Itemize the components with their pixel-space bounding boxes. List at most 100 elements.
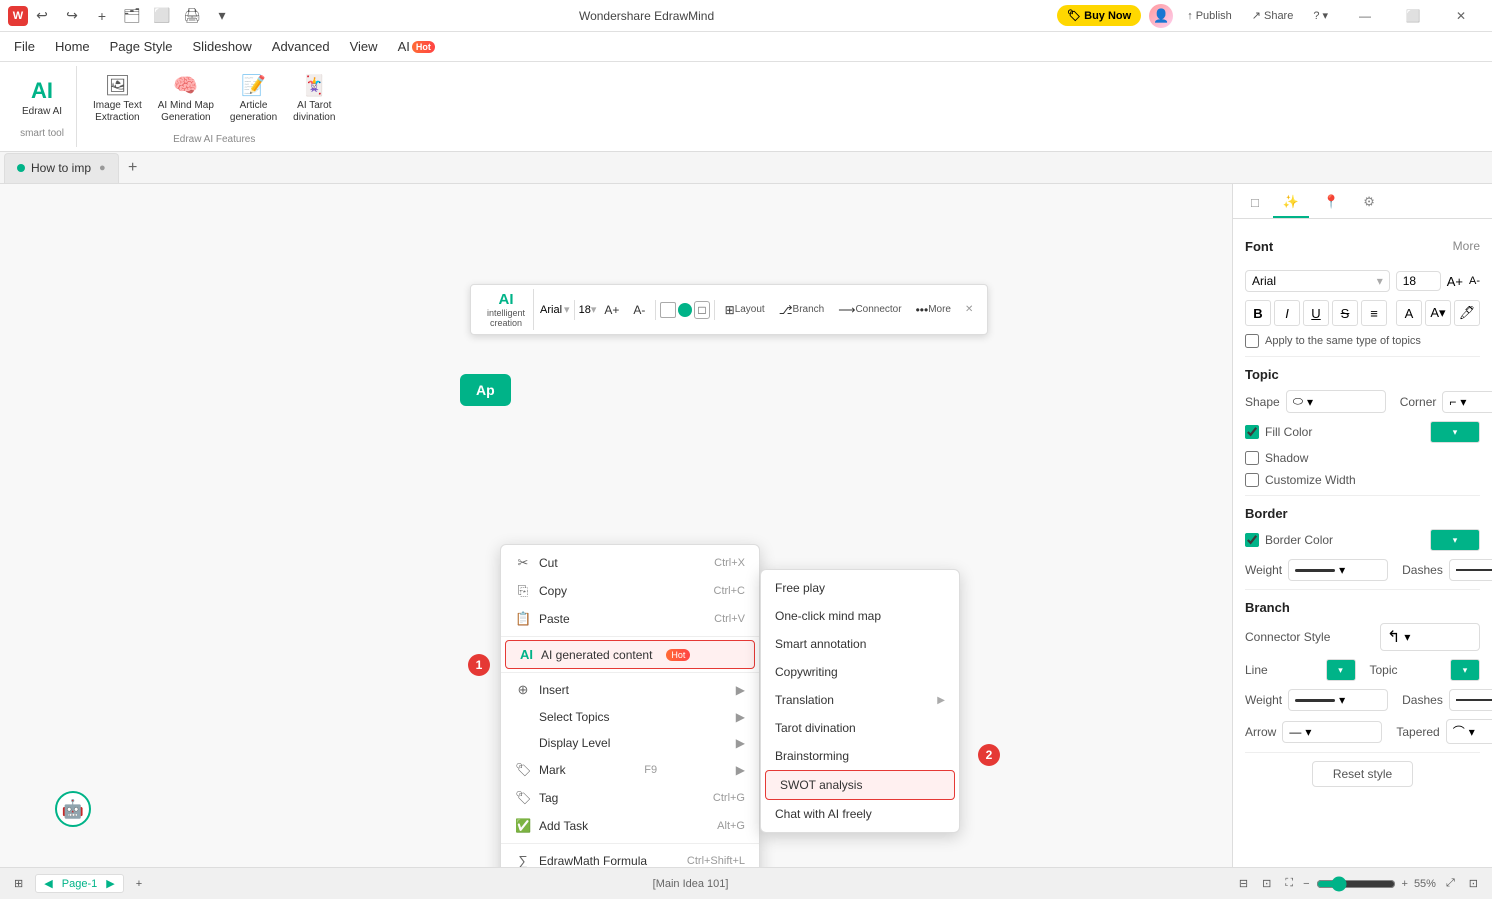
tab-add-button[interactable]: + bbox=[119, 154, 147, 182]
ft-fill-circle[interactable] bbox=[678, 303, 692, 317]
ctx-paste[interactable]: 📋 Paste Ctrl+V bbox=[501, 605, 759, 633]
rp-bold-btn[interactable]: B bbox=[1245, 300, 1271, 326]
ft-shape-btn[interactable] bbox=[660, 302, 676, 318]
open-btn[interactable]: 🗂 bbox=[118, 2, 146, 30]
status-grid-btn[interactable]: ⊟ bbox=[1235, 875, 1252, 892]
rp-corner-select[interactable]: ⌐ ▾ bbox=[1442, 391, 1492, 413]
ft-increase-font[interactable]: A+ bbox=[598, 300, 625, 320]
article-generation-btn[interactable]: 📝 Articlegeneration bbox=[224, 69, 283, 128]
ft-close-btn[interactable]: ✕ bbox=[959, 301, 979, 318]
ft-size-selector[interactable]: 18 ▾ bbox=[579, 303, 597, 316]
rp-tab-settings[interactable]: ⚙ bbox=[1353, 188, 1385, 218]
help-button[interactable]: ? ▾ bbox=[1307, 7, 1334, 24]
rp-font-name-select[interactable]: Arial ▾ bbox=[1245, 270, 1390, 292]
zoom-plus-icon[interactable]: + bbox=[1402, 878, 1408, 890]
menu-page-style[interactable]: Page Style bbox=[100, 33, 183, 61]
rp-tab-style[interactable]: ✨ bbox=[1273, 188, 1309, 218]
print-btn[interactable]: 🖨 bbox=[178, 2, 206, 30]
ctx-insert[interactable]: ⊕ Insert ▶ bbox=[501, 676, 759, 704]
zoom-minus-icon[interactable]: − bbox=[1303, 878, 1309, 890]
rp-dashes-select[interactable]: ▾ bbox=[1449, 559, 1492, 581]
rp-arrow-select[interactable]: — ▾ bbox=[1282, 721, 1382, 743]
ctx-cut[interactable]: ✂ Cut Ctrl+X bbox=[501, 549, 759, 577]
rp-font-decrease[interactable]: A- bbox=[1469, 275, 1480, 287]
menu-home[interactable]: Home bbox=[45, 33, 100, 61]
ctx-display-level[interactable]: Display Level ▶ bbox=[501, 730, 759, 756]
edraw-ai-btn[interactable]: AI Edraw AI bbox=[16, 74, 68, 122]
rp-topic-color-btn[interactable]: ▾ bbox=[1450, 659, 1480, 681]
ctx-edrawmath[interactable]: ∑ EdrawMath Formula Ctrl+Shift+L bbox=[501, 847, 759, 867]
ft-more-btn[interactable]: ••• More bbox=[910, 300, 957, 320]
undo-btn[interactable]: ↩ bbox=[28, 2, 56, 30]
sub-chat-ai[interactable]: Chat with AI freely bbox=[761, 800, 959, 828]
rp-tab-layout[interactable]: □ bbox=[1241, 188, 1269, 218]
save-btn[interactable]: ⬜ bbox=[148, 2, 176, 30]
menu-advanced[interactable]: Advanced bbox=[262, 33, 340, 61]
ft-branch-btn[interactable]: ⎇ Branch bbox=[773, 300, 831, 320]
status-minimize-panel[interactable]: ⊡ bbox=[1465, 875, 1482, 892]
menu-slideshow[interactable]: Slideshow bbox=[183, 33, 262, 61]
tab-how-to-imp[interactable]: How to imp ● bbox=[4, 153, 119, 183]
sub-free-play[interactable]: Free play bbox=[761, 574, 959, 602]
rp-tapered-select[interactable]: ⌒ ▾ bbox=[1446, 719, 1492, 744]
ai-tarot-btn[interactable]: 🃏 AI Tarotdivination bbox=[287, 69, 341, 128]
zoom-slider[interactable] bbox=[1316, 876, 1396, 892]
publish-button[interactable]: ↑ Publish bbox=[1181, 8, 1238, 24]
rp-underline-btn[interactable]: U bbox=[1303, 300, 1329, 326]
ft-font-selector[interactable]: Arial ▾ bbox=[540, 303, 570, 316]
rp-text-style-btn[interactable]: A▾ bbox=[1425, 300, 1451, 326]
rp-shadow-checkbox[interactable] bbox=[1245, 451, 1259, 465]
sub-smart-annotation[interactable]: Smart annotation bbox=[761, 630, 959, 658]
rp-fill-color-btn[interactable]: ▾ bbox=[1430, 421, 1480, 443]
sub-one-click-mind-map[interactable]: One-click mind map bbox=[761, 602, 959, 630]
rp-font-size[interactable]: 18 bbox=[1396, 271, 1441, 291]
rp-border-color-checkbox[interactable] bbox=[1245, 533, 1259, 547]
rp-custom-width-checkbox[interactable] bbox=[1245, 473, 1259, 487]
ft-border-btn[interactable]: □ bbox=[694, 301, 709, 319]
sub-tarot-divination[interactable]: Tarot divination bbox=[761, 714, 959, 742]
ai-mind-map-btn[interactable]: 🧠 AI Mind MapGeneration bbox=[152, 69, 220, 128]
page-tab-next[interactable]: ▶ bbox=[106, 878, 114, 890]
status-layout-toggle[interactable]: ⊞ bbox=[10, 875, 27, 892]
user-avatar[interactable]: 👤 bbox=[1149, 4, 1173, 28]
ctx-add-task[interactable]: ✅ Add Task Alt+G bbox=[501, 812, 759, 840]
buy-now-button[interactable]: 🏷 Buy Now bbox=[1057, 5, 1141, 26]
ft-decrease-font[interactable]: A- bbox=[627, 300, 651, 320]
menu-view[interactable]: View bbox=[340, 33, 388, 61]
rp-border-color-btn[interactable]: ▾ bbox=[1430, 529, 1480, 551]
sub-swot-analysis[interactable]: SWOT analysis bbox=[765, 770, 955, 800]
page-tab-prev[interactable]: ◀ bbox=[44, 878, 52, 890]
rp-font-increase[interactable]: A+ bbox=[1447, 274, 1463, 289]
sub-copywriting[interactable]: Copywriting bbox=[761, 658, 959, 686]
ap-node[interactable]: Ap bbox=[460, 374, 511, 406]
maximize-btn[interactable]: ⬜ bbox=[1390, 0, 1436, 32]
sub-translation[interactable]: Translation ▶ bbox=[761, 686, 959, 714]
image-text-extraction-btn[interactable]: 🖼 Image TextExtraction bbox=[87, 69, 148, 128]
rp-apply-checkbox[interactable] bbox=[1245, 334, 1259, 348]
ft-ai-creation-btn[interactable]: AI intelligent creation bbox=[479, 289, 534, 330]
more-btn[interactable]: ▾ bbox=[208, 2, 236, 30]
page-tab-active[interactable]: ◀ Page-1 ▶ bbox=[35, 874, 124, 893]
rp-fill-checkbox[interactable] bbox=[1245, 425, 1259, 439]
rp-connector-style-select[interactable]: ↰ ▾ bbox=[1380, 623, 1480, 651]
rp-tab-map[interactable]: 📍 bbox=[1313, 188, 1349, 218]
ctx-tag[interactable]: 🏷 Tag Ctrl+G bbox=[501, 784, 759, 812]
rp-strikethrough-btn[interactable]: S bbox=[1332, 300, 1358, 326]
canvas[interactable]: AI intelligent creation Arial ▾ 18 ▾ A+ … bbox=[0, 184, 1232, 867]
status-fit-btn[interactable]: ⊡ bbox=[1258, 875, 1275, 892]
new-btn[interactable]: + bbox=[88, 2, 116, 30]
robot-assistant-btn[interactable]: 🤖 bbox=[55, 791, 91, 827]
ctx-copy[interactable]: ⎘ Copy Ctrl+C bbox=[501, 577, 759, 605]
status-fullscreen-expand[interactable]: ⤢ bbox=[1442, 875, 1459, 892]
menu-file[interactable]: File bbox=[4, 33, 45, 61]
minimize-btn[interactable]: — bbox=[1342, 0, 1388, 32]
ft-connector-btn[interactable]: ⟶ Connector bbox=[832, 300, 907, 320]
rp-align-btn[interactable]: ≡ bbox=[1361, 300, 1387, 326]
close-btn[interactable]: ✕ bbox=[1438, 0, 1484, 32]
redo-btn[interactable]: ↪ bbox=[58, 2, 86, 30]
rp-shape-select[interactable]: ⬭ ▾ bbox=[1286, 390, 1386, 413]
status-fullscreen-btn[interactable]: ⛶ bbox=[1281, 875, 1297, 892]
reset-style-btn[interactable]: Reset style bbox=[1312, 761, 1413, 787]
rp-line-color-btn[interactable]: ▾ bbox=[1326, 659, 1356, 681]
rp-text-color-btn[interactable]: A bbox=[1396, 300, 1422, 326]
